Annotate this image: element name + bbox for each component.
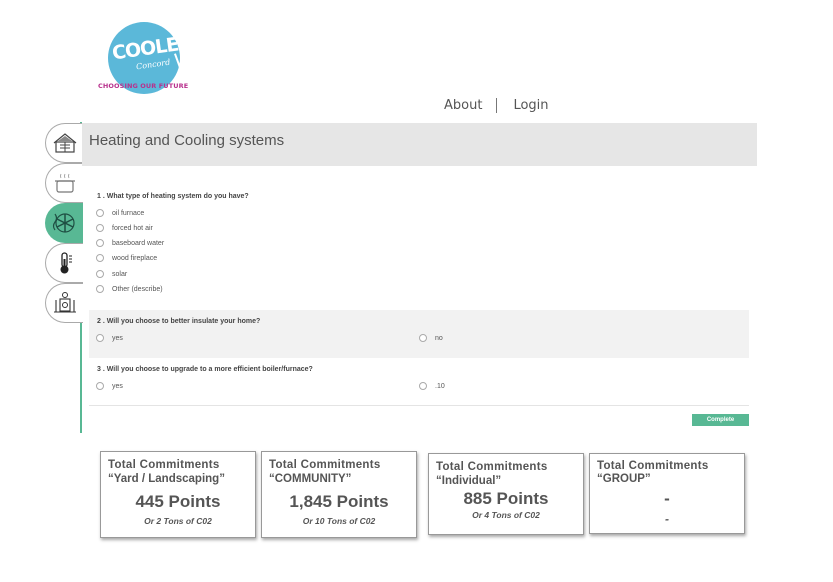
option-forced-hot-air[interactable]: forced hot air (96, 224, 153, 232)
radio-button[interactable] (96, 239, 104, 247)
sidebar-item-cooking[interactable] (45, 163, 83, 203)
category-sidebar (44, 122, 83, 433)
radio-button[interactable] (96, 254, 104, 262)
stat-card-community: Total Commitments “COMMUNITY” 1,845 Poin… (261, 451, 417, 538)
radio-button[interactable] (96, 224, 104, 232)
option-yes[interactable]: yes (96, 382, 123, 390)
question-1: 1 . What type of heating system do you h… (89, 193, 749, 303)
cooler-concord-logo[interactable]: COOLER Concord CHOOSING OUR FUTURE (96, 20, 193, 96)
card-points: 1,845 Points (289, 492, 389, 511)
top-nav: About Login (444, 98, 549, 113)
card-category: “GROUP” (597, 473, 651, 485)
card-heading: Total Commitments (597, 460, 709, 472)
card-points: 445 Points (135, 492, 221, 511)
card-co2: Or 4 Tons of C02 (472, 510, 540, 520)
card-co2: - (665, 512, 669, 526)
sidebar-item-appliances[interactable] (45, 283, 83, 323)
sidebar-item-solar[interactable] (45, 123, 83, 163)
card-points: 885 Points (463, 489, 549, 508)
card-category: “Individual” (436, 475, 502, 487)
cooking-pot-icon (54, 173, 75, 193)
radio-button[interactable] (96, 209, 104, 217)
question-2: 2 . Will you choose to better insulate y… (89, 318, 749, 348)
option-no[interactable]: .10 (419, 382, 445, 390)
option-yes[interactable]: yes (96, 334, 123, 342)
radio-button[interactable] (96, 270, 104, 278)
option-no[interactable]: no (419, 334, 443, 342)
radio-button[interactable] (96, 334, 104, 342)
about-link[interactable]: About (444, 98, 482, 113)
option-solar[interactable]: solar (96, 270, 127, 278)
question-3-label: 3 . Will you choose to upgrade to a more… (97, 366, 313, 373)
appliances-icon (53, 292, 76, 313)
card-heading: Total Commitments (108, 459, 220, 471)
card-co2: Or 10 Tons of C02 (302, 516, 376, 526)
option-baseboard-water[interactable]: baseboard water (96, 239, 164, 247)
solar-house-icon (53, 133, 76, 153)
page-title: Heating and Cooling systems (89, 132, 285, 149)
sidebar-item-temperature[interactable] (45, 243, 83, 283)
thermometer-icon (60, 252, 72, 274)
complete-button[interactable]: Complete (692, 414, 749, 426)
question-1-label: 1 . What type of heating system do you h… (97, 193, 249, 200)
card-heading: Total Commitments (436, 461, 548, 473)
stat-card-group: Total Commitments “GROUP” - - (589, 453, 745, 534)
card-co2: Or 2 Tons of C02 (144, 516, 212, 526)
option-other[interactable]: Other (describe) (96, 285, 163, 293)
card-points: - (664, 489, 670, 508)
card-category: “Yard / Landscaping” (108, 473, 225, 485)
stat-card-yard: Total Commitments “Yard / Landscaping” 4… (100, 451, 256, 538)
question-2-label: 2 . Will you choose to better insulate y… (97, 318, 261, 325)
nav-divider (496, 98, 498, 113)
card-heading: Total Commitments (269, 459, 381, 471)
divider (89, 405, 749, 406)
option-oil-furnace[interactable]: oil furnace (96, 209, 144, 217)
login-link[interactable]: Login (513, 98, 548, 113)
sidebar-item-heating-cooling[interactable] (45, 203, 83, 243)
radio-button[interactable] (419, 334, 427, 342)
radio-button[interactable] (96, 382, 104, 390)
stat-card-individual: Total Commitments “Individual” 885 Point… (428, 453, 584, 535)
radio-button[interactable] (419, 382, 427, 390)
radio-button[interactable] (96, 285, 104, 293)
panel-header: Heating and Cooling systems (82, 123, 757, 166)
logo-tagline: CHOOSING OUR FUTURE (98, 82, 189, 90)
heating-cooling-icon (52, 213, 75, 233)
question-3: 3 . Will you choose to upgrade to a more… (89, 366, 749, 396)
option-wood-fireplace[interactable]: wood fireplace (96, 254, 157, 262)
card-category: “COMMUNITY” (269, 473, 352, 485)
